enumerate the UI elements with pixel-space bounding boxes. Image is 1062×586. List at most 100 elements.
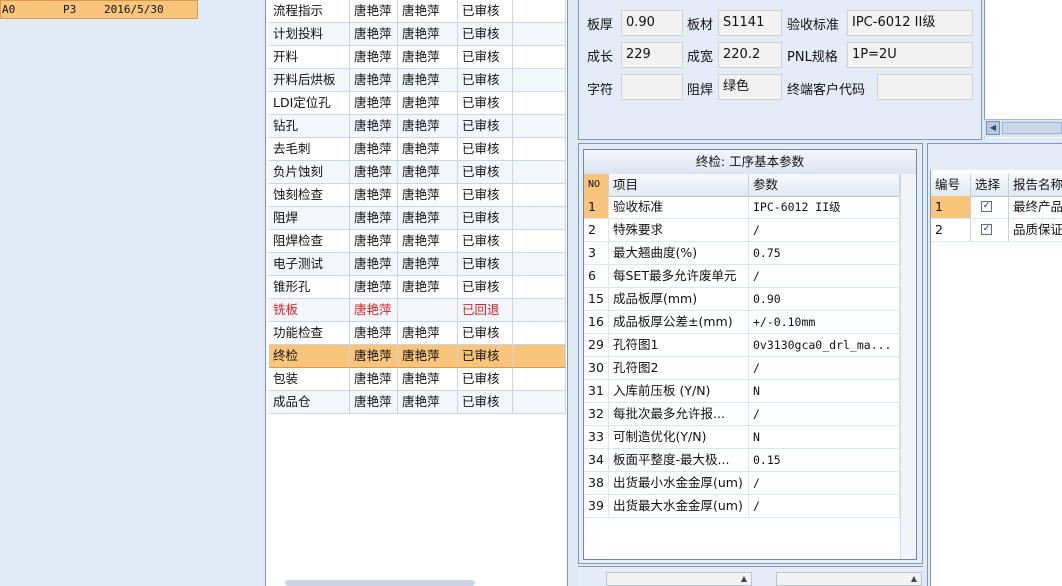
process-row[interactable]: 包装 唐艳萍 唐艳萍 已审核 bbox=[269, 368, 566, 391]
param-row[interactable]: 16 成品板厚公差±(mm) +/-0.10mm bbox=[584, 311, 900, 334]
process-row[interactable]: 阻焊 唐艳萍 唐艳萍 已审核 bbox=[269, 207, 566, 230]
side-grid-scroll-thumb[interactable] bbox=[1002, 122, 1062, 134]
bottom-field-2[interactable] bbox=[776, 572, 922, 586]
param-row[interactable]: 29 孔符图1 0v3130gca0_drl_ma... bbox=[584, 334, 900, 357]
process-status: 已审核 bbox=[458, 345, 513, 367]
param-value: / bbox=[749, 472, 900, 494]
col-header-report-name[interactable]: 报告名称 bbox=[1009, 174, 1062, 196]
process-reviewer: 唐艳萍 bbox=[398, 69, 458, 91]
param-row[interactable]: 34 板面平整度-最大极... 0.15 bbox=[584, 449, 900, 472]
report-select-checkbox[interactable]: ✓ bbox=[981, 224, 992, 235]
process-reviewer: 唐艳萍 bbox=[398, 368, 458, 390]
process-row[interactable]: 成品仓 唐艳萍 唐艳萍 已审核 bbox=[269, 391, 566, 414]
param-row[interactable]: 39 出货最大水金金厚(um) / bbox=[584, 495, 900, 518]
process-extra bbox=[513, 230, 566, 252]
param-row[interactable]: 3 最大翘曲度(%) 0.75 bbox=[584, 242, 900, 265]
process-list-scrollbar[interactable] bbox=[285, 580, 475, 586]
scroll-up-icon[interactable]: ▲ bbox=[739, 574, 749, 584]
process-operator: 唐艳萍 bbox=[350, 276, 398, 298]
process-operator: 唐艳萍 bbox=[350, 161, 398, 183]
report-no: 1 bbox=[931, 196, 971, 218]
process-row[interactable]: 计划投料 唐艳萍 唐艳萍 已审核 bbox=[269, 23, 566, 46]
param-row[interactable]: 6 每SET最多允许废单元 / bbox=[584, 265, 900, 288]
standard-field[interactable]: IPC-6012 II级 bbox=[847, 10, 973, 36]
param-item: 每批次最多允许报... bbox=[609, 403, 749, 425]
process-row[interactable]: 钻孔 唐艳萍 唐艳萍 已审核 bbox=[269, 115, 566, 138]
process-extra bbox=[513, 69, 566, 91]
material-field[interactable]: S1141 bbox=[718, 10, 782, 36]
process-params-vscrollbar[interactable] bbox=[900, 174, 916, 559]
process-extra bbox=[513, 299, 566, 321]
process-extra bbox=[513, 92, 566, 114]
col-header-report-select[interactable]: 选择 bbox=[971, 174, 1009, 196]
param-value: 0.75 bbox=[749, 242, 900, 264]
process-row[interactable]: 蚀刻检查 唐艳萍 唐艳萍 已审核 bbox=[269, 184, 566, 207]
param-item: 每SET最多允许废单元 bbox=[609, 265, 749, 287]
process-status: 已审核 bbox=[458, 391, 513, 413]
param-row[interactable]: 38 出货最小水金金厚(um) / bbox=[584, 472, 900, 495]
left-pane bbox=[0, 0, 263, 586]
param-value: N bbox=[749, 380, 900, 402]
process-row[interactable]: 去毛刺 唐艳萍 唐艳萍 已审核 bbox=[269, 138, 566, 161]
process-row[interactable]: 终检 唐艳萍 唐艳萍 已审核 bbox=[269, 345, 566, 368]
process-reviewer: 唐艳萍 bbox=[398, 23, 458, 45]
process-status: 已审核 bbox=[458, 92, 513, 114]
param-row[interactable]: 30 孔符图2/ bbox=[584, 357, 900, 380]
param-value: 0.15 bbox=[749, 449, 900, 471]
param-row[interactable]: 33 可制造优化(Y/N) N bbox=[584, 426, 900, 449]
param-row[interactable]: 15 成品板厚(mm) 0.90 bbox=[584, 288, 900, 311]
mask-label: 阻焊 bbox=[687, 83, 714, 98]
process-name: 开料 bbox=[269, 46, 350, 68]
param-item: 成品板厚公差±(mm) bbox=[609, 311, 749, 333]
process-operator: 唐艳萍 bbox=[350, 46, 398, 68]
col-header-item[interactable]: 项目 bbox=[609, 174, 749, 196]
process-status: 已回退 bbox=[458, 299, 513, 321]
process-row[interactable]: 开料后烘板 唐艳萍 唐艳萍 已审核 bbox=[269, 69, 566, 92]
pnl-field[interactable]: 1P=2U bbox=[847, 42, 973, 68]
report-select-checkbox[interactable]: ✓ bbox=[981, 201, 992, 212]
length-label: 成长 bbox=[587, 50, 614, 65]
process-params-title: 终检: 工序基本参数 bbox=[584, 150, 916, 175]
param-row[interactable]: 1 验收标准 IPC-6012 II级 bbox=[584, 196, 900, 219]
process-extra bbox=[513, 138, 566, 160]
char-field[interactable] bbox=[621, 74, 683, 100]
param-value: / bbox=[749, 403, 900, 425]
col-header-param[interactable]: 参数 bbox=[749, 174, 900, 196]
customer-field[interactable] bbox=[877, 74, 973, 100]
width-field[interactable]: 220.2 bbox=[718, 42, 782, 68]
col-header-report-no[interactable]: 编号 bbox=[931, 174, 971, 196]
report-row[interactable]: 1 ✓ 最终产品 bbox=[931, 196, 1062, 219]
process-list: 流程指示 唐艳萍 唐艳萍 已审核 计划投料 唐艳萍 唐艳萍 已审核 开料 唐艳萍 唐艳萍 已审核 开料后… bbox=[269, 0, 566, 414]
material-label: 板材 bbox=[687, 18, 714, 33]
process-reviewer: 唐艳萍 bbox=[398, 276, 458, 298]
process-row[interactable]: 阻焊检查 唐艳萍 唐艳萍 已审核 bbox=[269, 230, 566, 253]
scroll-up-icon[interactable]: ▲ bbox=[909, 574, 919, 584]
param-item: 板面平整度-最大极... bbox=[609, 449, 749, 471]
col-header-no[interactable]: NO bbox=[584, 174, 609, 196]
param-row[interactable]: 2 特殊要求 / bbox=[584, 219, 900, 242]
process-row[interactable]: 流程指示 唐艳萍 唐艳萍 已审核 bbox=[269, 0, 566, 23]
param-no: 30 bbox=[584, 357, 609, 379]
process-row[interactable]: 锥形孔 唐艳萍 唐艳萍 已审核 bbox=[269, 276, 566, 299]
scroll-left-icon[interactable]: ◀ bbox=[986, 121, 1000, 135]
mask-field[interactable]: 绿色 bbox=[718, 74, 782, 100]
process-row[interactable]: LDI定位孔 唐艳萍 唐艳萍 已审核 bbox=[269, 92, 566, 115]
thickness-field[interactable]: 0.90 bbox=[621, 10, 683, 36]
left-list-row-selected[interactable]: A0 P3 2016/5/30 bbox=[0, 0, 198, 19]
report-row[interactable]: 2 ✓ 品质保证 bbox=[931, 219, 1062, 242]
process-row[interactable]: 负片蚀刻 唐艳萍 唐艳萍 已审核 bbox=[269, 161, 566, 184]
process-name: 电子测试 bbox=[269, 253, 350, 275]
bottom-field-1[interactable] bbox=[606, 572, 752, 586]
length-field[interactable]: 229 bbox=[621, 42, 683, 68]
param-row[interactable]: 31 入库前压板 (Y/N) N bbox=[584, 380, 900, 403]
param-no: 32 bbox=[584, 403, 609, 425]
process-row[interactable]: 电子测试 唐艳萍 唐艳萍 已审核 bbox=[269, 253, 566, 276]
process-status: 已审核 bbox=[458, 138, 513, 160]
param-item: 验收标准 bbox=[609, 196, 749, 218]
param-item: 特殊要求 bbox=[609, 219, 749, 241]
process-row[interactable]: 开料 唐艳萍 唐艳萍 已审核 bbox=[269, 46, 566, 69]
param-row[interactable]: 32 每批次最多允许报... / bbox=[584, 403, 900, 426]
process-reviewer: 唐艳萍 bbox=[398, 184, 458, 206]
process-row[interactable]: 功能检查 唐艳萍 唐艳萍 已审核 bbox=[269, 322, 566, 345]
process-row[interactable]: 铣板 唐艳萍 已回退 bbox=[269, 299, 566, 322]
